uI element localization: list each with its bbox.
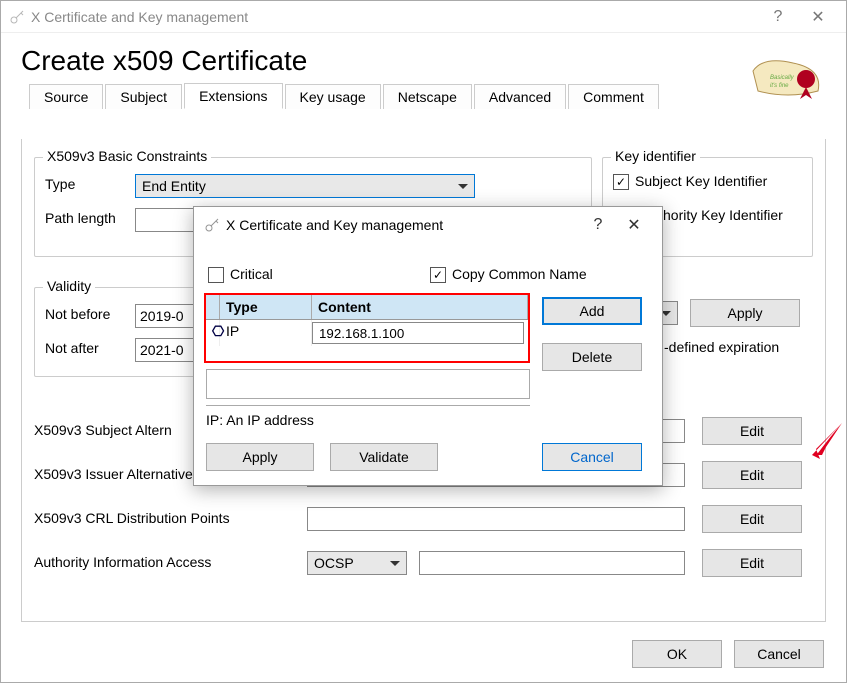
- not-after-label: Not after: [45, 340, 99, 356]
- dialog-cancel-button[interactable]: Cancel: [542, 443, 642, 471]
- dialog-help-button[interactable]: ?: [580, 216, 616, 234]
- not-before-label: Not before: [45, 306, 110, 322]
- ian-edit-button[interactable]: Edit: [702, 461, 802, 489]
- expiration-label-partial: -defined expiration: [664, 339, 779, 355]
- page-title: Create x509 Certificate: [1, 33, 846, 83]
- tab-source[interactable]: Source: [29, 84, 103, 109]
- copy-cn-checkbox[interactable]: [430, 267, 446, 283]
- help-button[interactable]: ?: [758, 8, 798, 26]
- path-length-label: Path length: [45, 210, 116, 226]
- tab-netscape[interactable]: Netscape: [383, 84, 472, 109]
- not-after-input[interactable]: [135, 338, 195, 362]
- ok-button[interactable]: OK: [632, 640, 722, 668]
- app-logo: Basically it's fine: [748, 51, 828, 101]
- path-length-input[interactable]: [135, 208, 195, 232]
- dialog-title: X Certificate and Key management: [226, 217, 580, 233]
- aia-method-combo[interactable]: OCSP: [307, 551, 407, 575]
- add-button[interactable]: Add: [542, 297, 642, 325]
- cancel-button[interactable]: Cancel: [734, 640, 824, 668]
- svg-text:it's fine: it's fine: [770, 83, 789, 89]
- san-editor-dialog: X Certificate and Key management ? ✕ Cri…: [193, 206, 663, 486]
- aia-edit-button[interactable]: Edit: [702, 549, 802, 577]
- critical-label: Critical: [230, 266, 273, 282]
- crl-label: X509v3 CRL Distribution Points: [34, 510, 230, 526]
- san-edit-button[interactable]: Edit: [702, 417, 802, 445]
- authority-key-id-label-partial: hority Key Identifier: [663, 207, 783, 223]
- tab-key-usage[interactable]: Key usage: [285, 84, 381, 109]
- tab-advanced[interactable]: Advanced: [474, 84, 566, 109]
- type-label: Type: [45, 176, 75, 192]
- validate-button[interactable]: Validate: [330, 443, 438, 471]
- col-type-header: Type: [220, 295, 312, 319]
- crl-input[interactable]: [307, 507, 685, 531]
- delete-button[interactable]: Delete: [542, 343, 642, 371]
- titlebar: X Certificate and Key management ? ✕: [1, 1, 846, 33]
- subject-key-id-label: Subject Key Identifier: [635, 173, 767, 189]
- san-blank-row[interactable]: [206, 369, 530, 399]
- dialog-apply-button[interactable]: Apply: [206, 443, 314, 471]
- dialog-titlebar: X Certificate and Key management ? ✕: [194, 207, 662, 243]
- key-icon: [204, 217, 220, 233]
- group-title: Key identifier: [611, 148, 700, 164]
- san-row[interactable]: ⎔ IP: [206, 320, 528, 346]
- san-table: Type Content ⎔ IP: [204, 293, 530, 363]
- key-icon: [9, 9, 25, 25]
- tab-comment[interactable]: Comment: [568, 84, 659, 109]
- row-marker-icon: ⎔: [206, 320, 220, 346]
- tab-extensions[interactable]: Extensions: [184, 83, 282, 109]
- type-combo[interactable]: End Entity: [135, 174, 475, 198]
- subject-key-id-checkbox[interactable]: [613, 174, 629, 190]
- aia-input[interactable]: [419, 551, 685, 575]
- close-button[interactable]: ✕: [798, 7, 838, 27]
- critical-checkbox[interactable]: [208, 267, 224, 283]
- svg-text:Basically: Basically: [770, 75, 795, 81]
- row-type-combo[interactable]: IP: [220, 320, 312, 346]
- row-content-input[interactable]: [312, 322, 524, 344]
- group-title: X509v3 Basic Constraints: [43, 148, 211, 164]
- col-content-header: Content: [312, 295, 528, 319]
- crl-edit-button[interactable]: Edit: [702, 505, 802, 533]
- san-hint: IP: An IP address: [206, 405, 530, 428]
- copy-cn-label: Copy Common Name: [452, 266, 587, 282]
- tab-bar: SourceSubjectExtensionsKey usageNetscape…: [1, 83, 846, 109]
- window-title: X Certificate and Key management: [31, 9, 758, 25]
- dialog-close-button[interactable]: ✕: [616, 215, 652, 235]
- not-before-input[interactable]: [135, 304, 195, 328]
- footer-buttons: OK Cancel: [632, 640, 824, 668]
- tab-subject[interactable]: Subject: [105, 84, 182, 109]
- main-window: X Certificate and Key management ? ✕ Cre…: [0, 0, 847, 683]
- annotation-arrow: [806, 419, 846, 469]
- san-label: X509v3 Subject Altern: [34, 422, 172, 438]
- aia-label: Authority Information Access: [34, 554, 211, 570]
- group-title: Validity: [43, 278, 95, 294]
- apply-validity-button[interactable]: Apply: [690, 299, 800, 327]
